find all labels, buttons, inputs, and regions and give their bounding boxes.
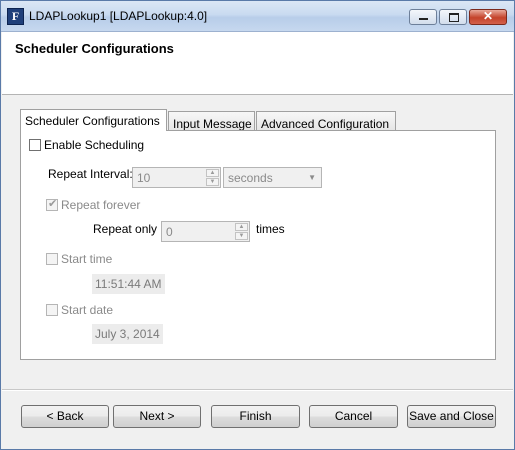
repeat-interval-unit-dropdown[interactable]: seconds ▼ — [223, 167, 322, 188]
repeat-only-label: Repeat only — [93, 222, 158, 236]
start-time-label: Start time — [61, 252, 113, 266]
spinner-down-icon[interactable]: ▼ — [206, 178, 219, 186]
repeat-only-spinner[interactable]: 0 ▲ ▼ — [161, 221, 250, 242]
maximize-button[interactable] — [439, 9, 467, 25]
repeat-interval-spinner[interactable]: 10 ▲ ▼ — [132, 167, 221, 188]
tab-input-message[interactable]: Input Message — [168, 111, 255, 132]
wizard-header: Scheduler Configurations — [2, 32, 513, 95]
tab-scheduler-configurations[interactable]: Scheduler Configurations — [20, 109, 167, 131]
start-date-value: July 3, 2014 — [92, 324, 163, 344]
title-bar[interactable]: F LDAPLookup1 [LDAPLookup:4.0] ✕ — [1, 1, 514, 32]
app-icon: F — [7, 8, 24, 25]
checkmark-icon: ✔ — [48, 198, 58, 210]
maximize-icon — [449, 13, 459, 22]
repeat-interval-label: Repeat Interval: — [48, 167, 133, 181]
window-title: LDAPLookup1 [LDAPLookup:4.0] — [29, 9, 208, 23]
enable-scheduling-label: Enable Scheduling — [44, 138, 145, 152]
dialog-window: F LDAPLookup1 [LDAPLookup:4.0] ✕ Schedul… — [0, 0, 515, 450]
page-title: Scheduler Configurations — [15, 41, 174, 56]
enable-scheduling-checkbox[interactable] — [29, 139, 41, 151]
minimize-button[interactable] — [409, 9, 437, 25]
close-icon: ✕ — [482, 9, 494, 23]
start-date-checkbox[interactable] — [46, 304, 58, 316]
spinner-up-icon[interactable]: ▲ — [206, 169, 219, 177]
cancel-button[interactable]: Cancel — [309, 405, 398, 428]
close-button[interactable]: ✕ — [469, 9, 507, 25]
minimize-icon — [419, 18, 428, 20]
spinner-arrows: ▲ ▼ — [235, 223, 248, 240]
save-and-close-button[interactable]: Save and Close — [407, 405, 496, 428]
finish-button[interactable]: Finish — [211, 405, 300, 428]
repeat-forever-checkbox[interactable]: ✔ — [46, 198, 58, 211]
footer-separator — [2, 389, 513, 391]
repeat-forever-label: Repeat forever — [61, 198, 141, 212]
spinner-arrows: ▲ ▼ — [206, 169, 219, 186]
repeat-interval-unit-value: seconds — [228, 171, 273, 185]
spinner-down-icon[interactable]: ▼ — [235, 232, 248, 240]
start-date-label: Start date — [61, 303, 114, 317]
start-time-checkbox[interactable] — [46, 253, 58, 265]
back-button[interactable]: < Back — [21, 405, 109, 428]
next-button[interactable]: Next > — [113, 405, 201, 428]
repeat-interval-value: 10 — [137, 171, 151, 185]
start-time-value: 11:51:44 AM — [92, 274, 165, 294]
times-label: times — [256, 222, 285, 236]
repeat-only-value: 0 — [166, 225, 173, 239]
chevron-down-icon: ▼ — [308, 173, 316, 182]
tab-advanced-configuration[interactable]: Advanced Configuration — [256, 111, 396, 132]
spinner-up-icon[interactable]: ▲ — [235, 223, 248, 231]
